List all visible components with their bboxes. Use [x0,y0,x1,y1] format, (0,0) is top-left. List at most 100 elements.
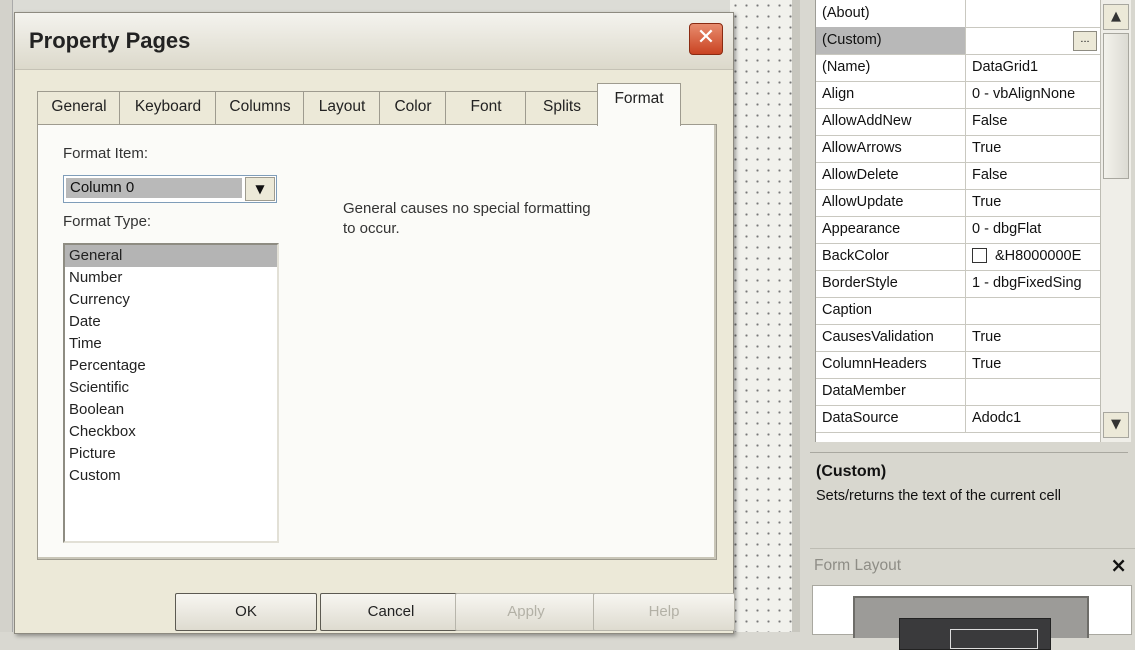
list-item-scientific[interactable]: Scientific [65,377,277,399]
list-item-time[interactable]: Time [65,333,277,355]
ellipsis-button[interactable]: ... [1073,31,1097,51]
scroll-down-button[interactable]: ▼ [1103,412,1129,438]
dialog-titlebar[interactable]: Property Pages ✕ [15,13,733,70]
list-item-picture[interactable]: Picture [65,443,277,465]
prop-value[interactable] [967,0,1101,27]
ok-button[interactable]: OK [175,593,317,631]
prop-name: BorderStyle [816,270,966,297]
pane-splitter[interactable] [792,0,800,632]
properties-grid: (About) (Custom) ... (Name) DataGrid1 Al… [815,0,1101,442]
prop-value[interactable] [967,378,1101,405]
properties-scrollbar[interactable]: ▲ ▼ [1100,0,1131,442]
prop-row-appearance[interactable]: Appearance 0 - dbgFlat [816,216,1101,244]
prop-name: CausesValidation [816,324,966,351]
tab-layout[interactable]: Layout [303,91,381,124]
prop-name: AllowAddNew [816,108,966,135]
prop-name: DataSource [816,405,966,432]
close-button[interactable]: ✕ [689,23,723,55]
prop-name: AllowDelete [816,162,966,189]
tab-columns[interactable]: Columns [215,91,305,124]
prop-row-caption[interactable]: Caption [816,297,1101,325]
prop-name: DataMember [816,378,966,405]
prop-row-borderstyle[interactable]: BorderStyle 1 - dbgFixedSing [816,270,1101,298]
prop-value[interactable]: DataGrid1 [967,54,1101,81]
prop-row-name[interactable]: (Name) DataGrid1 [816,54,1101,82]
tab-font[interactable]: Font [445,91,527,124]
prop-value[interactable]: 0 - dbgFlat [967,216,1101,243]
form-layout-title: Form Layout [814,557,902,574]
prop-row-allowdelete[interactable]: AllowDelete False [816,162,1101,190]
prop-value-color[interactable]: &H8000000E [967,243,1101,270]
prop-name: Align [816,81,966,108]
prop-name: AllowArrows [816,135,966,162]
prop-row-allowupdate[interactable]: AllowUpdate True [816,189,1101,217]
prop-row-columnheaders[interactable]: ColumnHeaders True [816,351,1101,379]
prop-row-datasource[interactable]: DataSource Adodc1 [816,405,1101,433]
list-item-checkbox[interactable]: Checkbox [65,421,277,443]
prop-value[interactable]: Adodc1 [967,405,1101,432]
prop-row-backcolor[interactable]: BackColor &H8000000E [816,243,1101,271]
tab-format[interactable]: Format [597,83,681,126]
prop-value[interactable]: 0 - vbAlignNone [967,81,1101,108]
format-item-combo[interactable]: Column 0 ▼ [63,175,277,203]
format-description: General causes no special formatting to … [343,200,591,237]
prop-name: BackColor [816,243,966,270]
form-layout-preview [812,585,1132,650]
prop-value[interactable] [967,297,1101,324]
format-item-value: Column 0 [66,178,242,198]
prop-value[interactable]: True [967,351,1101,378]
prop-name: AllowUpdate [816,189,966,216]
apply-button[interactable]: Apply [455,593,597,631]
prop-row-datamember[interactable]: DataMember [816,378,1101,406]
form-design-grid[interactable] [730,0,792,632]
prop-value[interactable]: True [967,135,1101,162]
tab-keyboard[interactable]: Keyboard [119,91,217,124]
list-item-percentage[interactable]: Percentage [65,355,277,377]
prop-name: (About) [816,0,966,27]
close-icon[interactable]: × [1110,553,1127,577]
help-button[interactable]: Help [593,593,735,631]
property-pages-dialog: Property Pages ✕ General Keyboard Column… [14,12,735,634]
monitor-screen [899,618,1051,650]
prop-name: (Custom) [816,27,966,54]
prop-row-causesvalidation[interactable]: CausesValidation True [816,324,1101,352]
list-item-number[interactable]: Number [65,267,277,289]
prop-row-allowarrows[interactable]: AllowArrows True [816,135,1101,163]
prop-value[interactable]: False [967,108,1101,135]
list-item-general[interactable]: General [65,245,277,267]
prop-value[interactable]: True [967,324,1101,351]
tab-splits[interactable]: Splits [525,91,599,124]
dialog-title: Property Pages [29,28,191,53]
form-position-marker[interactable] [950,629,1038,649]
form-layout-window: Form Layout × [810,548,1135,650]
format-type-label: Format Type: [63,213,152,230]
tab-strip: General Keyboard Columns Layout Color Fo… [37,83,707,126]
prop-value[interactable]: True [967,189,1101,216]
tab-color[interactable]: Color [379,91,447,124]
prop-row-align[interactable]: Align 0 - vbAlignNone [816,81,1101,109]
close-icon: ✕ [696,25,716,50]
cancel-button[interactable]: Cancel [320,593,462,631]
prop-row-allowaddnew[interactable]: AllowAddNew False [816,108,1101,136]
list-item-custom[interactable]: Custom [65,465,277,487]
scroll-thumb[interactable] [1103,33,1129,179]
scroll-up-button[interactable]: ▲ [1103,4,1129,30]
combo-dropdown-button[interactable]: ▼ [245,177,275,201]
list-item-currency[interactable]: Currency [65,289,277,311]
property-description-pane: (Custom) Sets/returns the text of the cu… [810,452,1128,543]
prop-value[interactable]: False [967,162,1101,189]
list-item-date[interactable]: Date [65,311,277,333]
prop-row-custom[interactable]: (Custom) ... [816,27,1101,55]
tab-general[interactable]: General [37,91,121,124]
chevron-up-icon: ▲ [1111,9,1121,24]
prop-row-about[interactable]: (About) [816,0,1101,28]
property-description-title: (Custom) [816,463,887,480]
prop-name: Caption [816,297,966,324]
list-item-boolean[interactable]: Boolean [65,399,277,421]
prop-value[interactable]: 1 - dbgFixedSing [967,270,1101,297]
backcolor-value: &H8000000E [995,248,1082,264]
prop-name: (Name) [816,54,966,81]
color-swatch [972,247,987,263]
format-type-list[interactable]: General Number Currency Date Time Percen… [63,243,279,543]
chevron-down-icon: ▼ [1111,417,1121,432]
